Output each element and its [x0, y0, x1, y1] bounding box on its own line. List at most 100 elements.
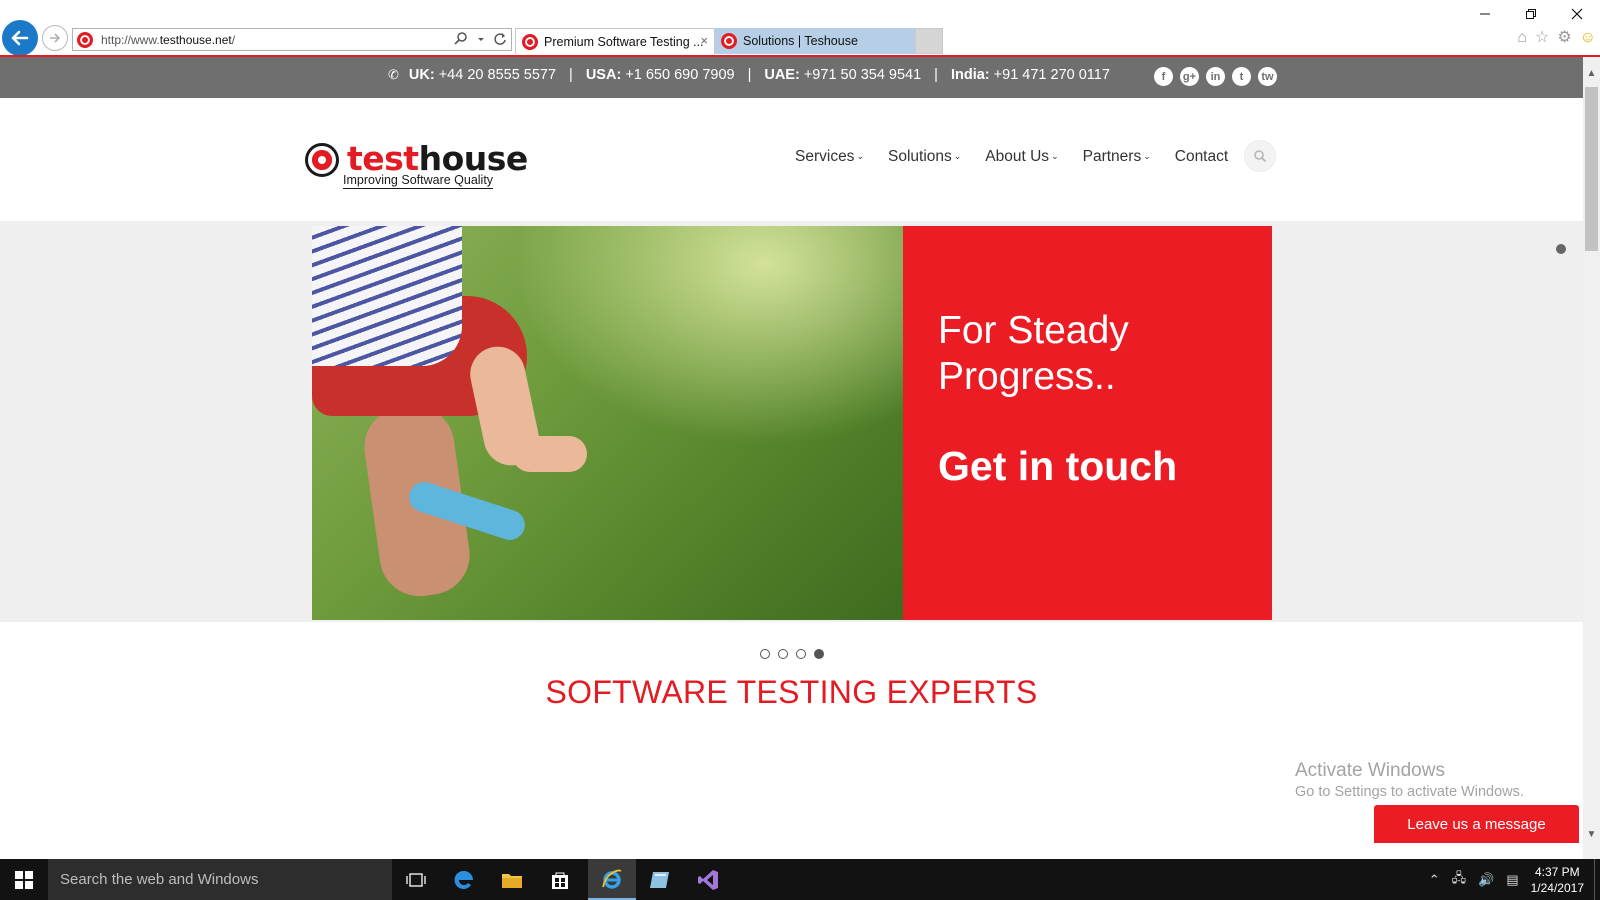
action-center-icon[interactable]: ▤	[1506, 872, 1518, 888]
back-button[interactable]	[2, 20, 38, 56]
home-icon[interactable]: ⌂	[1517, 30, 1527, 46]
app-button[interactable]	[636, 859, 684, 900]
show-desktop-button[interactable]	[1594, 859, 1600, 900]
refresh-icon[interactable]	[493, 31, 507, 47]
favorites-star-icon[interactable]: ☆	[1535, 30, 1549, 46]
edge-icon	[454, 870, 473, 889]
phone-numbers: ✆ UK: +44 20 8555 5577 | USA: +1 650 690…	[388, 67, 1110, 83]
file-explorer-button[interactable]	[488, 859, 536, 900]
scroll-down-icon[interactable]: ▼	[1583, 826, 1600, 843]
taskbar-clock[interactable]: 4:37 PM 1/24/2017	[1531, 864, 1584, 896]
tab-label: Premium Software Testing ...	[544, 34, 704, 49]
search-icon[interactable]	[453, 31, 469, 47]
feedback-smiley-icon[interactable]: ☺	[1580, 30, 1596, 46]
nav-solutions[interactable]: Solutions ⌄	[888, 148, 961, 166]
app-icon	[650, 871, 669, 888]
separator: |	[747, 67, 752, 83]
clock-time: 4:37 PM	[1534, 864, 1580, 879]
minimize-icon	[1480, 13, 1490, 15]
uae-label: UAE:	[764, 67, 800, 83]
social-links: f g+ in t tw	[1154, 67, 1277, 86]
india-label: India:	[950, 67, 990, 83]
nav-contact[interactable]: Contact	[1175, 148, 1228, 166]
leave-message-button[interactable]: Leave us a message	[1374, 805, 1579, 843]
close-window-button[interactable]	[1554, 2, 1600, 26]
slide-dot-2[interactable]	[778, 649, 788, 659]
network-icon[interactable]: 🖧	[1452, 869, 1467, 891]
tab-solutions[interactable]: Solutions | Teshouse	[715, 28, 915, 54]
address-url[interactable]: http://www.testhouse.net/	[101, 33, 235, 47]
hero-tagline: For Steady Progress..	[938, 309, 1129, 398]
chevron-down-icon: ⌄	[856, 151, 864, 161]
india-phone[interactable]: +91 471 270 0117	[994, 67, 1110, 83]
usa-phone[interactable]: +1 650 690 7909	[625, 67, 734, 83]
phone-icon: ✆	[388, 67, 399, 82]
facebook-icon[interactable]: f	[1154, 67, 1173, 86]
store-bag-icon	[552, 872, 568, 889]
contact-topbar: ✆ UK: +44 20 8555 5577 | USA: +1 650 690…	[0, 57, 1583, 98]
tab-premium-software-testing[interactable]: Premium Software Testing ... ×	[515, 28, 715, 54]
nav-partners[interactable]: Partners ⌄	[1083, 148, 1151, 166]
scroll-up-icon[interactable]: ▲	[1583, 65, 1600, 82]
page-viewport: ✆ UK: +44 20 8555 5577 | USA: +1 650 690…	[0, 57, 1583, 859]
separator: |	[569, 67, 573, 83]
internet-explorer-button[interactable]	[588, 859, 636, 900]
system-tray: ⌃ 🖧 🔊 ▤ 4:37 PM 1/24/2017	[1423, 859, 1600, 900]
chevron-down-icon: ⌄	[1143, 151, 1151, 161]
browser-chrome: http://www.testhouse.net/ Premium Softwa…	[0, 0, 1600, 57]
settings-gear-icon[interactable]: ⚙	[1557, 30, 1571, 46]
activate-windows-watermark: Activate Windows Go to Settings to activ…	[1295, 760, 1524, 800]
linkedin-icon[interactable]: in	[1206, 67, 1225, 86]
restore-button[interactable]	[1508, 2, 1554, 26]
tumblr-icon[interactable]: t	[1232, 67, 1251, 86]
separator: |	[934, 67, 938, 83]
start-button[interactable]	[0, 859, 48, 900]
new-tab-button[interactable]	[915, 28, 943, 54]
page-scrollbar[interactable]: ▲ ▼	[1583, 57, 1600, 859]
store-button[interactable]	[536, 859, 584, 900]
windows-logo-icon	[15, 870, 33, 889]
restore-icon	[1526, 9, 1536, 19]
show-hidden-icons-chevron-icon[interactable]: ⌃	[1429, 872, 1440, 888]
tab-label: Solutions | Teshouse	[743, 34, 858, 48]
taskbar-search-box[interactable]: Search the web and Windows	[48, 859, 392, 900]
logo-tagline: Improving Software Quality	[343, 173, 494, 189]
slide-dot-1[interactable]	[760, 649, 770, 659]
minimize-button[interactable]	[1462, 2, 1508, 26]
twitter-icon[interactable]: tw	[1258, 67, 1277, 86]
dropdown-arrow-icon[interactable]	[477, 31, 485, 47]
uk-phone[interactable]: +44 20 8555 5577	[439, 67, 556, 83]
forward-button[interactable]	[42, 25, 68, 51]
target-logo-icon	[305, 143, 339, 177]
chevron-down-icon: ⌄	[953, 151, 962, 161]
nav-services[interactable]: Services ⌄	[795, 148, 864, 166]
close-tab-icon[interactable]: ×	[700, 33, 708, 48]
get-in-touch-link[interactable]: Get in touch	[938, 443, 1177, 490]
slider-pagination	[760, 649, 824, 659]
tab-favicon-icon	[721, 33, 737, 49]
uae-phone[interactable]: +971 50 354 9541	[804, 67, 921, 83]
uk-label: UK:	[408, 67, 435, 83]
slide-dot-4[interactable]	[814, 649, 824, 659]
scroll-thumb[interactable]	[1585, 87, 1598, 251]
hero-message-panel: For Steady Progress.. Get in touch	[903, 226, 1272, 620]
address-tools	[453, 31, 507, 47]
google-plus-icon[interactable]: g+	[1180, 67, 1199, 86]
edge-browser-button[interactable]	[440, 859, 488, 900]
task-view-button[interactable]	[392, 859, 440, 900]
forward-arrow-icon	[50, 33, 61, 43]
address-bar[interactable]: http://www.testhouse.net/	[72, 28, 512, 51]
browser-toolbar-icons: ⌂ ☆ ⚙ ☺	[1517, 30, 1596, 46]
nav-about-us[interactable]: About Us ⌄	[985, 148, 1058, 166]
site-search-button[interactable]	[1244, 140, 1276, 172]
search-icon	[1254, 150, 1267, 163]
back-arrow-icon	[11, 30, 29, 46]
window-controls	[1462, 2, 1600, 26]
volume-icon[interactable]: 🔊	[1478, 872, 1494, 888]
slide-dot-3[interactable]	[796, 649, 806, 659]
task-view-icon	[406, 872, 426, 887]
visual-studio-button[interactable]	[684, 859, 732, 900]
internet-explorer-icon	[602, 869, 622, 889]
usa-label: USA:	[585, 67, 622, 83]
main-nav: Services ⌄ Solutions ⌄ About Us ⌄ Partners ⌄…	[795, 148, 1228, 166]
